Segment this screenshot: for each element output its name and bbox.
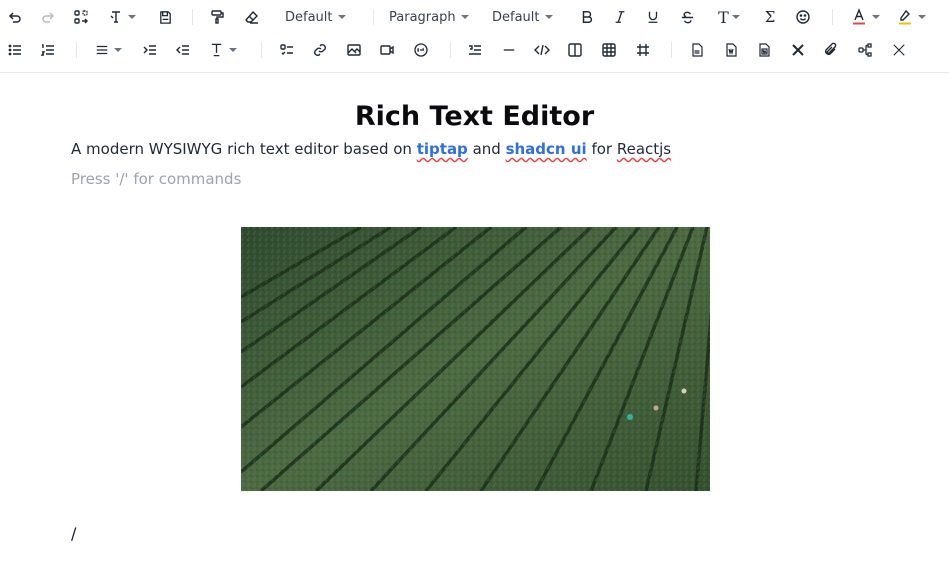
format-menu-icon[interactable] <box>107 5 137 29</box>
task-list-icon[interactable] <box>277 38 297 62</box>
block-type-select[interactable]: Paragraph <box>389 5 469 29</box>
toolbar-row-2 <box>0 33 949 67</box>
mind-map-icon[interactable] <box>855 38 875 62</box>
lead-text: A modern WYSIWYG rich text editor based … <box>71 140 417 158</box>
command-placeholder: Press '/' for commands <box>71 170 242 188</box>
clear-format-icon[interactable] <box>71 5 91 29</box>
editor-content[interactable]: Rich Text Editor A modern WYSIWYG rich t… <box>0 73 949 564</box>
highlight-icon[interactable] <box>894 5 928 29</box>
lead-and: and <box>467 140 506 158</box>
font-size-select[interactable]: Default <box>492 5 553 29</box>
excalidraw-icon[interactable] <box>788 38 808 62</box>
reactjs-text: Reactjs <box>616 140 672 158</box>
twitter-x-icon[interactable] <box>889 38 909 62</box>
tiptap-link[interactable]: tiptap <box>417 140 468 158</box>
ordered-list-icon[interactable] <box>38 38 58 62</box>
indent-icon[interactable] <box>140 38 160 62</box>
undo-icon[interactable] <box>5 5 25 29</box>
gif-icon[interactable] <box>411 38 431 62</box>
eraser-icon[interactable] <box>242 5 262 29</box>
table-icon[interactable] <box>599 38 619 62</box>
image-icon[interactable] <box>344 38 364 62</box>
video-icon[interactable] <box>377 38 397 62</box>
tea-field-image <box>241 227 710 491</box>
document-title: Rich Text Editor <box>354 101 595 132</box>
line-height-icon[interactable] <box>207 38 239 62</box>
formula-icon[interactable]: Σ <box>760 5 780 29</box>
export-pdf-icon[interactable] <box>687 38 707 62</box>
emoji-icon[interactable] <box>793 5 813 29</box>
attachment-icon[interactable] <box>821 38 841 62</box>
redo-icon[interactable] <box>38 5 58 29</box>
import-word-icon[interactable] <box>721 38 741 62</box>
shadcn-link[interactable]: shadcn ui <box>506 140 587 158</box>
horizontal-rule-icon[interactable] <box>499 38 519 62</box>
outdent-icon[interactable] <box>173 38 193 62</box>
text-color-icon[interactable] <box>848 5 882 29</box>
columns-icon[interactable] <box>565 38 585 62</box>
embedded-image[interactable] <box>241 227 710 491</box>
link-icon[interactable] <box>310 38 330 62</box>
align-icon[interactable] <box>93 38 123 62</box>
text-case-icon[interactable]: T <box>715 5 743 29</box>
lead-for: for <box>586 140 617 158</box>
slash-command-cursor[interactable]: / <box>71 524 76 543</box>
font-family-value: Default <box>285 9 333 25</box>
lead-paragraph: A modern WYSIWYG rich text editor based … <box>71 140 671 158</box>
code-block-icon[interactable] <box>532 38 552 62</box>
editor-toolbar: Default Paragraph Default T Σ <box>0 0 949 73</box>
blockquote-icon[interactable] <box>465 38 485 62</box>
save-icon[interactable] <box>155 5 175 29</box>
block-type-value: Paragraph <box>389 9 456 25</box>
export-word-icon[interactable] <box>754 38 774 62</box>
format-painter-icon[interactable] <box>207 5 227 29</box>
italic-icon[interactable] <box>610 5 630 29</box>
bullet-list-icon[interactable] <box>5 38 25 62</box>
font-size-value: Default <box>492 9 540 25</box>
strikethrough-icon[interactable] <box>677 5 697 29</box>
font-family-select[interactable]: Default <box>285 5 346 29</box>
toolbar-row-1: Default Paragraph Default T Σ <box>0 0 949 34</box>
underline-icon[interactable] <box>643 5 663 29</box>
bold-icon[interactable] <box>577 5 597 29</box>
hashtag-icon[interactable] <box>633 38 653 62</box>
